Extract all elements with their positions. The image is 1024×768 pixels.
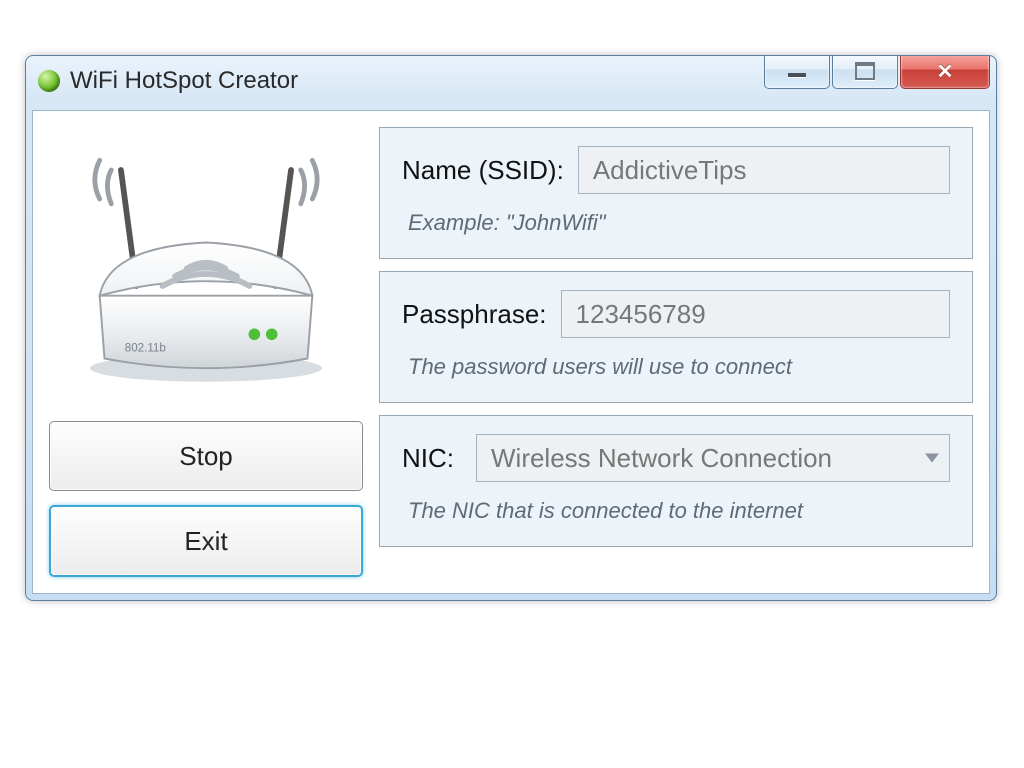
titlebar[interactable]: WiFi HotSpot Creator ✕ <box>26 56 996 106</box>
close-icon: ✕ <box>937 59 954 84</box>
nic-hint: The NIC that is connected to the interne… <box>402 498 950 524</box>
ssid-label: Name (SSID): <box>402 155 564 186</box>
left-column: 802.11b Stop Exit <box>49 127 363 577</box>
minimize-button[interactable] <box>764 55 830 89</box>
ssid-input[interactable]: AddictiveTips <box>578 146 950 194</box>
window-title: WiFi HotSpot Creator <box>70 67 298 95</box>
ssid-value: AddictiveTips <box>593 155 747 186</box>
nic-group: NIC: Wireless Network Connection The NIC… <box>379 415 973 547</box>
maximize-icon <box>855 62 875 80</box>
passphrase-label: Passphrase: <box>402 299 547 330</box>
router-label-text: 802.11b <box>125 343 166 355</box>
exit-button-label: Exit <box>184 526 227 557</box>
right-column: Name (SSID): AddictiveTips Example: "Joh… <box>379 127 973 577</box>
router-icon: 802.11b <box>61 141 351 392</box>
window-controls: ✕ <box>764 55 990 89</box>
stop-button-label: Stop <box>179 441 233 472</box>
nic-value: Wireless Network Connection <box>491 443 832 474</box>
router-illustration: 802.11b <box>49 127 363 407</box>
passphrase-hint: The password users will use to connect <box>402 354 950 380</box>
stop-button[interactable]: Stop <box>49 421 363 491</box>
nic-select[interactable]: Wireless Network Connection <box>476 434 950 482</box>
app-icon <box>38 70 60 92</box>
nic-label: NIC: <box>402 443 462 474</box>
chevron-down-icon <box>925 454 939 463</box>
passphrase-group: Passphrase: 123456789 The password users… <box>379 271 973 403</box>
exit-button[interactable]: Exit <box>49 505 363 577</box>
app-window: WiFi HotSpot Creator ✕ <box>25 55 997 601</box>
passphrase-input[interactable]: 123456789 <box>561 290 950 338</box>
passphrase-value: 123456789 <box>576 299 706 330</box>
ssid-hint: Example: "JohnWifi" <box>402 210 950 236</box>
content-panel: 802.11b Stop Exit Name (SSID): Addictive… <box>32 110 990 594</box>
minimize-icon <box>788 73 806 77</box>
close-button[interactable]: ✕ <box>900 55 990 89</box>
ssid-group: Name (SSID): AddictiveTips Example: "Joh… <box>379 127 973 259</box>
maximize-button[interactable] <box>832 55 898 89</box>
